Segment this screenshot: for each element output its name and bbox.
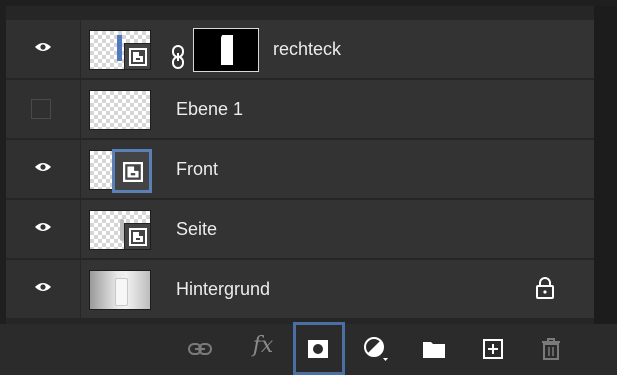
smart-object-icon <box>123 162 143 182</box>
smart-object-badge <box>124 43 150 69</box>
fx-icon[interactable]: fx <box>246 332 280 358</box>
layer-name[interactable]: rechteck <box>273 39 341 60</box>
layer-mask-thumbnail[interactable] <box>193 28 259 72</box>
trash-icon[interactable] <box>538 336 564 362</box>
layer-name[interactable]: Hintergrund <box>176 279 270 300</box>
visibility-toggle[interactable] <box>6 260 81 318</box>
visibility-toggle[interactable] <box>6 80 81 138</box>
layer-row-hintergrund[interactable]: Hintergrund <box>6 260 594 318</box>
smart-object-icon <box>129 228 147 246</box>
visibility-toggle[interactable] <box>6 20 81 78</box>
smart-object-badge <box>124 223 150 249</box>
smart-object-badge <box>112 149 152 193</box>
layer-row-seite[interactable]: Seite <box>6 200 594 258</box>
adjustment-layer-icon[interactable] <box>363 336 389 362</box>
hidden-visibility-box <box>31 99 51 119</box>
eye-icon <box>35 43 51 51</box>
eye-icon <box>35 283 51 291</box>
eye-icon <box>35 163 51 171</box>
mask-link-chain-icon[interactable] <box>171 45 185 69</box>
layer-thumbnail[interactable] <box>89 30 151 70</box>
layer-thumbnail[interactable] <box>89 270 151 310</box>
smart-object-icon <box>129 48 147 66</box>
new-group-icon[interactable] <box>421 336 447 362</box>
product-photo-preview <box>115 278 128 306</box>
layer-row-front[interactable]: Front <box>6 140 594 198</box>
eye-icon <box>35 223 51 231</box>
blue-shape-preview <box>117 35 122 61</box>
mask-shape <box>221 35 233 65</box>
layer-name[interactable]: Seite <box>176 219 217 240</box>
layer-name[interactable]: Ebene 1 <box>176 99 243 120</box>
visibility-toggle[interactable] <box>6 200 81 258</box>
layers-list: rechteck Ebene 1 Front Seite Hintergrund <box>6 6 594 324</box>
layer-row-ebene-1[interactable]: Ebene 1 <box>6 80 594 138</box>
visibility-toggle[interactable] <box>6 140 81 198</box>
mask-button-highlight <box>293 322 345 375</box>
lock-icon[interactable] <box>536 277 554 299</box>
layer-thumbnail[interactable] <box>89 149 152 193</box>
layer-thumbnail[interactable] <box>89 210 151 250</box>
layers-panel-window: rechteck Ebene 1 Front Seite Hintergrund… <box>0 0 617 375</box>
layer-name[interactable]: Front <box>176 159 218 180</box>
layer-thumbnail[interactable] <box>89 90 151 130</box>
fx-label: fx <box>252 332 274 358</box>
link-layers-icon[interactable] <box>187 336 213 362</box>
layer-row-rechteck[interactable]: rechteck <box>6 20 594 78</box>
new-layer-icon[interactable] <box>480 336 506 362</box>
scrollbar[interactable] <box>594 6 617 324</box>
